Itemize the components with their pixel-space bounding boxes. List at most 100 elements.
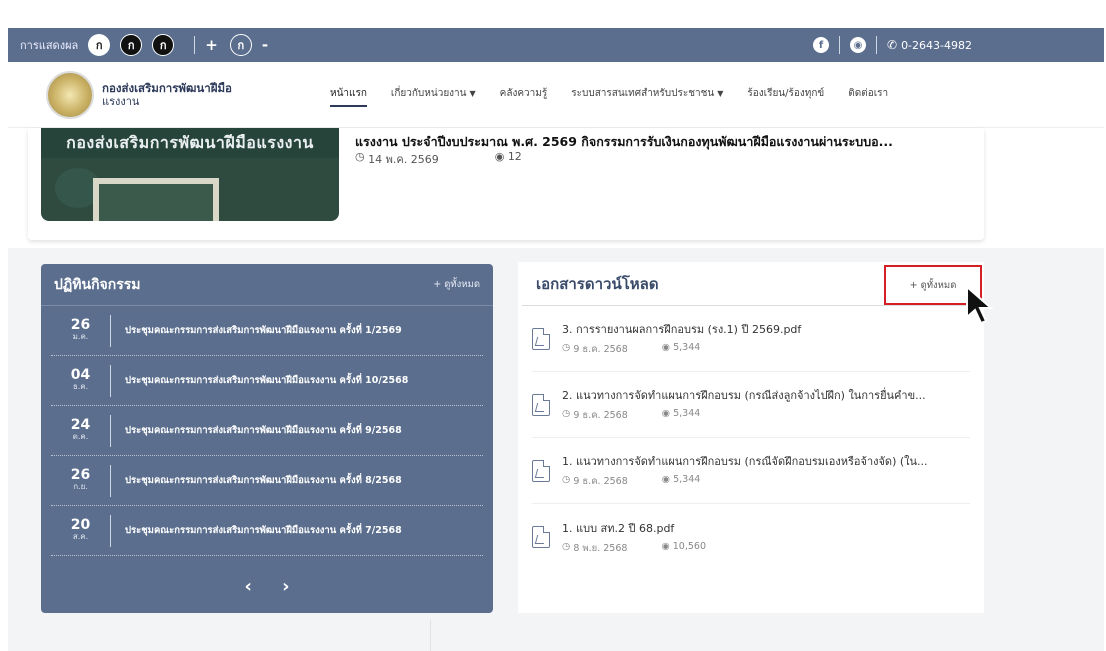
eye-icon: ◉ bbox=[661, 408, 674, 419]
file-views: 5,344 bbox=[673, 474, 701, 485]
nav-label: หน้าแรก bbox=[330, 88, 367, 99]
nav-public-info[interactable]: ระบบสารสนเทศสำหรับประชาชน ▼ bbox=[571, 86, 723, 107]
file-name[interactable]: 2. แนวทางการจัดทำแผนการฝึกอบรม (กรณีส่งล… bbox=[562, 386, 972, 404]
phone-number[interactable]: 0-2643-4982 bbox=[901, 39, 972, 52]
download-item[interactable]: 1. แบบ สท.2 ปี 68.pdf ◷ 8 พ.ย. 2568 ◉ 10,… bbox=[532, 504, 970, 570]
activity-item[interactable]: 04 ธ.ค. ประชุมคณะกรรมการส่งเสริมการพัฒนาฝ… bbox=[51, 356, 483, 406]
date-day: 24 bbox=[70, 416, 91, 433]
file-name[interactable]: 1. แนวทางการจัดทำแผนการฝึกอบรม (กรณีจัดฝ… bbox=[562, 452, 972, 470]
activity-date: 04 ธ.ค. bbox=[51, 364, 111, 397]
downloads-panel: เอกสารดาวน์โหลด + ดูทั้งหมด 3. การรายงาน… bbox=[518, 262, 984, 613]
file-views: 5,344 bbox=[673, 408, 701, 419]
pdf-icon bbox=[532, 327, 550, 350]
activity-text: ประชุมคณะกรรมการส่งเสริมการพัฒนาฝีมือแรง… bbox=[125, 375, 409, 386]
file-name[interactable]: 3. การรายงานผลการฝึกอบรม (รง.1) ปี 2569.… bbox=[562, 320, 972, 338]
main-nav: หน้าแรก เกี่ยวกับหน่วยงาน ▼ คลังความรู้ ร… bbox=[330, 86, 912, 107]
clock-icon: ◷ bbox=[562, 342, 574, 353]
activity-list: 26 ม.ค. ประชุมคณะกรรมการส่งเสริมการพัฒนาฝ… bbox=[41, 306, 493, 556]
activity-item[interactable]: 26 ก.ย. ประชุมคณะกรรมการส่งเสริมการพัฒนาฝ… bbox=[51, 456, 483, 506]
contrast-dark-button[interactable]: ก bbox=[120, 34, 143, 56]
eye-icon: ◉ bbox=[494, 150, 508, 163]
eye-icon: ◉ bbox=[661, 342, 674, 353]
org-logo[interactable] bbox=[46, 70, 94, 119]
prev-arrow-icon[interactable]: ‹ bbox=[244, 576, 251, 597]
nav-complaint[interactable]: ร้องเรียน/ร้องทุกข์ bbox=[747, 86, 824, 107]
clock-icon: ◷ bbox=[355, 150, 369, 163]
date-day: 20 bbox=[70, 516, 91, 533]
display-label: การแสดงผล bbox=[20, 39, 79, 52]
news-thumbnail[interactable]: กองส่งเสริมการพัฒนาฝีมือแรงงาน bbox=[41, 128, 339, 221]
pdf-icon bbox=[532, 526, 550, 548]
activity-item[interactable]: 20 ส.ค. ประชุมคณะกรรมการส่งเสริมการพัฒนาฝ… bbox=[51, 506, 483, 556]
font-increase-button[interactable]: + bbox=[205, 36, 218, 54]
caret-down-icon: ▼ bbox=[717, 89, 724, 98]
nav-about[interactable]: เกี่ยวกับหน่วยงาน ▼ bbox=[391, 86, 476, 107]
date-day: 04 bbox=[70, 366, 91, 383]
file-name[interactable]: 1. แบบ สท.2 ปี 68.pdf bbox=[562, 519, 972, 537]
nav-knowledge[interactable]: คลังความรู้ bbox=[500, 86, 548, 107]
file-meta: ◷ 9 ธ.ค. 2568 ◉ 5,344 bbox=[562, 342, 972, 357]
file-info: 2. แนวทางการจัดทำแผนการฝึกอบรม (กรณีส่งล… bbox=[562, 386, 972, 423]
divider bbox=[876, 36, 877, 54]
activity-header: ปฏิทินกิจกรรม + ดูทั้งหมด bbox=[41, 264, 493, 306]
divider bbox=[194, 36, 196, 54]
download-item[interactable]: 1. แนวทางการจัดทำแผนการฝึกอบรม (กรณีจัดฝ… bbox=[532, 438, 970, 504]
activity-date: 24 ต.ค. bbox=[51, 414, 111, 447]
activity-date: 26 ก.ย. bbox=[51, 464, 111, 497]
downloads-title: เอกสารดาวน์โหลด bbox=[536, 274, 659, 293]
nav-home[interactable]: หน้าแรก bbox=[330, 86, 367, 107]
font-reset-button[interactable]: ก bbox=[229, 34, 252, 56]
facebook-icon[interactable]: f bbox=[813, 37, 829, 53]
download-item[interactable]: 3. การรายงานผลการฝึกอบรม (รง.1) ปี 2569.… bbox=[532, 306, 970, 372]
date-month: ธ.ค. bbox=[72, 381, 89, 391]
activity-text: ประชุมคณะกรรมการส่งเสริมการพัฒนาฝีมือแรง… bbox=[125, 475, 402, 486]
nav-contact[interactable]: ติดต่อเรา bbox=[848, 86, 888, 107]
decor-board bbox=[93, 178, 219, 221]
file-meta: ◷ 9 ธ.ค. 2568 ◉ 5,344 bbox=[562, 474, 972, 489]
nav-label: เกี่ยวกับหน่วยงาน bbox=[390, 88, 467, 99]
top-utility-bar: การแสดงผล ก ก ก + ก - f ◉ ✆ 0-2643-4982 bbox=[8, 28, 1104, 62]
social-contact: f ◉ ✆ 0-2643-4982 bbox=[813, 36, 972, 54]
nav-label: ติดต่อเรา bbox=[848, 88, 889, 99]
file-date: 8 พ.ย. 2568 bbox=[573, 542, 628, 554]
activity-text: ประชุมคณะกรรมการส่งเสริมการพัฒนาฝีมือแรง… bbox=[125, 325, 402, 336]
activity-title: ปฏิทินกิจกรรม bbox=[54, 276, 141, 293]
date-day: 26 bbox=[70, 316, 91, 333]
news-card[interactable]: กองส่งเสริมการพัฒนาฝีมือแรงงาน แรงงาน ปร… bbox=[28, 128, 984, 240]
nav-label: ร้องเรียน/ร้องทุกข์ bbox=[747, 88, 825, 99]
file-info: 1. แบบ สท.2 ปี 68.pdf ◷ 8 พ.ย. 2568 ◉ 10,… bbox=[562, 519, 972, 556]
file-info: 3. การรายงานผลการฝึกอบรม (รง.1) ปี 2569.… bbox=[562, 320, 972, 357]
activity-calendar-panel: ปฏิทินกิจกรรม + ดูทั้งหมด 26 ม.ค. ประชุมค… bbox=[41, 264, 493, 613]
news-title[interactable]: แรงงาน ประจำปีงบประมาณ พ.ศ. 2569 กิจกรรม… bbox=[355, 132, 980, 152]
line-icon[interactable]: ◉ bbox=[850, 37, 866, 53]
org-name-line2: แรงงาน bbox=[102, 94, 140, 108]
activity-pager: ‹ › bbox=[41, 576, 493, 597]
mouse-cursor-icon bbox=[966, 285, 994, 325]
file-meta: ◷ 9 ธ.ค. 2568 ◉ 5,344 bbox=[562, 408, 972, 423]
download-item[interactable]: 2. แนวทางการจัดทำแผนการฝึกอบรม (กรณีส่งล… bbox=[532, 372, 970, 438]
next-arrow-icon[interactable]: › bbox=[282, 576, 289, 597]
date-day: 26 bbox=[70, 466, 91, 483]
contrast-high-button[interactable]: ก bbox=[152, 34, 175, 56]
file-info: 1. แนวทางการจัดทำแผนการฝึกอบรม (กรณีจัดฝ… bbox=[562, 452, 972, 489]
file-date: 9 ธ.ค. 2568 bbox=[573, 344, 628, 355]
phone-icon: ✆ bbox=[887, 38, 898, 52]
file-meta: ◷ 8 พ.ย. 2568 ◉ 10,560 bbox=[562, 541, 972, 556]
activity-item[interactable]: 24 ต.ค. ประชุมคณะกรรมการส่งเสริมการพัฒนาฝ… bbox=[51, 406, 483, 456]
org-name[interactable]: กองส่งเสริมการพัฒนาฝีมือ แรงงาน bbox=[102, 81, 232, 109]
org-name-line1: กองส่งเสริมการพัฒนาฝีมือ bbox=[102, 80, 232, 95]
nav-label: ระบบสารสนเทศสำหรับประชาชน bbox=[571, 88, 715, 99]
clock-icon: ◷ bbox=[562, 408, 574, 419]
pdf-icon bbox=[532, 393, 550, 416]
eye-icon: ◉ bbox=[661, 540, 673, 552]
nav-label: คลังความรู้ bbox=[499, 88, 548, 99]
download-list: 3. การรายงานผลการฝึกอบรม (รง.1) ปี 2569.… bbox=[518, 306, 984, 570]
activity-text: ประชุมคณะกรรมการส่งเสริมการพัฒนาฝีมือแรง… bbox=[125, 525, 402, 536]
news-views: 12 bbox=[507, 150, 522, 163]
contrast-normal-button[interactable]: ก bbox=[88, 34, 111, 56]
activity-date: 20 ส.ค. bbox=[51, 514, 111, 547]
activity-see-all-link[interactable]: + ดูทั้งหมด bbox=[433, 277, 480, 292]
news-date: 14 พ.ค. 2569 bbox=[368, 153, 439, 166]
font-decrease-button[interactable]: - bbox=[262, 36, 268, 54]
activity-item[interactable]: 26 ม.ค. ประชุมคณะกรรมการส่งเสริมการพัฒนาฝ… bbox=[51, 306, 483, 356]
